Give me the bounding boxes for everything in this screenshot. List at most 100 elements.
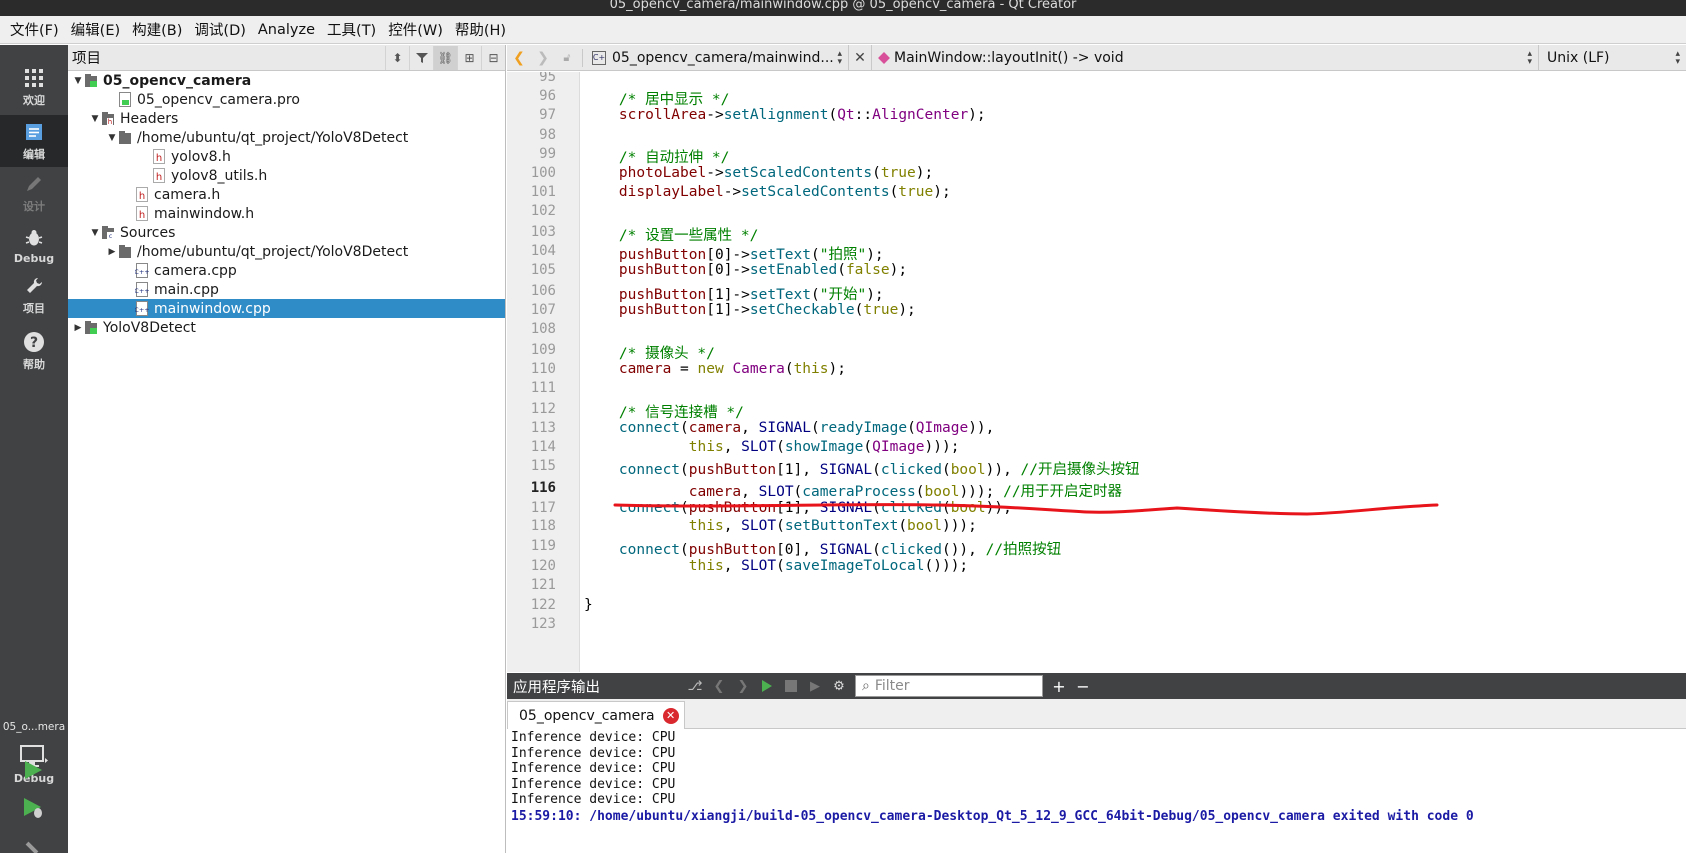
line-number: 122 <box>530 597 556 613</box>
code-token: , <box>741 420 759 436</box>
output-tab[interactable]: 05_opencv_camera ✕ <box>507 701 685 729</box>
code-token: ( <box>828 107 838 123</box>
tree-item[interactable]: ▼ 05_opencv_camera <box>68 71 505 90</box>
filter-icon[interactable] <box>409 45 433 70</box>
tree-item-label: 05_opencv_camera <box>103 72 252 89</box>
search-icon: ⌕ <box>862 678 870 694</box>
tree-item[interactable]: C++ mainwindow.cpp <box>68 299 505 318</box>
back-icon[interactable]: ❮ <box>507 45 531 71</box>
folder-icon <box>118 244 132 259</box>
tree-item[interactable]: 05_opencv_camera.pro <box>68 90 505 109</box>
tree-item[interactable]: ▼ h Headers <box>68 109 505 128</box>
menu-widgets[interactable]: 控件(W) <box>382 19 449 40</box>
menu-help[interactable]: 帮助(H) <box>449 19 512 40</box>
output-toolbar: 应用程序输出 ⎇ ❮ ❯ ▶ ⚙ ⌕ Filter + − <box>507 673 1686 699</box>
menu-build[interactable]: 构建(B) <box>126 19 188 40</box>
code-token: setText <box>749 287 811 303</box>
code-token: [1], <box>776 462 820 478</box>
debug-run-button[interactable] <box>18 793 48 823</box>
rerun-icon[interactable]: ⎇ <box>683 674 707 698</box>
menu-edit[interactable]: 编辑(E) <box>65 19 126 40</box>
code-token: Qt <box>837 107 855 123</box>
build-button[interactable] <box>18 833 48 853</box>
code-token: /* 自动拉伸 */ <box>618 150 730 166</box>
expand-arrow-icon[interactable]: ▼ <box>89 113 101 125</box>
expand-arrow-icon[interactable]: ▼ <box>72 75 84 87</box>
tree-item[interactable]: ▼ c Sources <box>68 223 505 242</box>
code-token: false <box>845 262 890 278</box>
line-number: 113 <box>530 420 556 436</box>
code-token: this <box>688 439 724 455</box>
tree-item[interactable]: h camera.h <box>68 185 505 204</box>
view-combo-arrow-icon[interactable]: ⬍ <box>385 45 409 70</box>
symbol-combo[interactable]: MainWindow::layoutInit() -> void ▴ ▾ <box>872 49 1538 66</box>
kit-name: 05_o...mera <box>2 721 66 733</box>
code-token: ( <box>915 484 925 500</box>
mode-projects[interactable]: 项目 <box>0 269 68 321</box>
mode-help[interactable]: ? 帮助 <box>0 325 68 377</box>
zoom-in-icon[interactable]: + <box>1047 674 1071 698</box>
mode-label: 设计 <box>23 200 45 213</box>
tree-item[interactable]: h mainwindow.h <box>68 204 505 223</box>
close-tab-icon[interactable]: ✕ <box>662 707 679 724</box>
code-token: ( <box>680 420 689 436</box>
code-line: pushButton[0]->setText("拍照"); <box>584 243 884 264</box>
filter-placeholder: Filter <box>874 678 910 694</box>
mode-welcome[interactable]: 欢迎 <box>0 61 68 113</box>
link-icon[interactable]: ⛓ <box>433 45 457 70</box>
collapse-arrow-icon[interactable]: ▶ <box>106 246 118 258</box>
tree-item[interactable]: C++ main.cpp <box>68 280 505 299</box>
output-tab-bar: 05_opencv_camera ✕ <box>507 699 1686 729</box>
tree-item[interactable]: C++ camera.cpp <box>68 261 505 280</box>
close-file-icon[interactable]: ✕ <box>848 44 872 71</box>
expand-arrow-icon[interactable]: ▼ <box>106 132 118 144</box>
code-token: ( <box>793 484 803 500</box>
menu-file[interactable]: 文件(F) <box>4 19 65 40</box>
run-button[interactable] <box>18 755 48 785</box>
tree-item[interactable]: ▶ YoloV8Detect <box>68 318 505 337</box>
attach-debugger-icon[interactable]: ▶ <box>803 674 827 698</box>
tree-item[interactable]: ▼ /home/ubuntu/qt_project/YoloV8Detect <box>68 128 505 147</box>
expand-arrow-icon[interactable]: ▼ <box>89 227 101 239</box>
tree-item[interactable]: h yolov8.h <box>68 147 505 166</box>
stop-icon[interactable] <box>779 674 803 698</box>
mode-debug[interactable]: Debug <box>0 219 68 271</box>
forward-icon[interactable]: ❯ <box>531 45 555 71</box>
menu-tools[interactable]: 工具(T) <box>321 19 382 40</box>
tree-item[interactable]: h yolov8_utils.h <box>68 166 505 185</box>
project-folder-icon <box>84 73 98 88</box>
code-token: pushButton <box>618 247 707 263</box>
code-token: setText <box>749 247 811 263</box>
code-editor[interactable]: 95 96 97 98 99 100 101 102 103 104 105 106 107 108 109… <box>507 72 1686 672</box>
code-token: ( <box>680 462 689 478</box>
code-token: SIGNAL <box>819 462 873 478</box>
settings-gear-icon[interactable]: ⚙ <box>827 674 851 698</box>
code-token: [0], <box>776 542 820 558</box>
next-icon[interactable]: ❯ <box>731 674 755 698</box>
code-token: ( <box>776 439 785 455</box>
code-token: camera <box>688 484 742 500</box>
mode-edit[interactable]: 编辑 <box>0 115 68 167</box>
mode-design[interactable]: 设计 <box>0 167 68 219</box>
mode-label: 编辑 <box>23 148 45 161</box>
code-token: QImage <box>915 420 969 436</box>
filter-input[interactable]: ⌕ Filter <box>855 675 1043 697</box>
application-output[interactable]: Inference device: CPU Inference device: C… <box>507 730 1686 853</box>
collapse-arrow-icon[interactable]: ▶ <box>72 322 84 334</box>
close-panel-icon[interactable]: ⊟ <box>481 45 505 70</box>
split-icon[interactable]: ⊞ <box>457 45 481 70</box>
tree-item[interactable]: ▶ /home/ubuntu/qt_project/YoloV8Detect <box>68 242 505 261</box>
open-file-combo[interactable]: C+ 05_opencv_camera/mainwind... ▴ ▾ <box>586 49 848 66</box>
menu-analyze[interactable]: Analyze <box>252 22 321 38</box>
code-line: photoLabel->setScaledContents(true); <box>584 165 933 181</box>
run-again-icon[interactable] <box>755 674 779 698</box>
open-file-name: 05_opencv_camera/mainwind... <box>612 49 834 66</box>
cpp-file-icon: C++ <box>134 301 150 316</box>
prev-icon[interactable]: ❮ <box>707 674 731 698</box>
menu-debug[interactable]: 调试(D) <box>188 19 251 40</box>
code-token: true <box>863 302 899 318</box>
zoom-out-icon[interactable]: − <box>1071 674 1095 698</box>
bug-icon <box>22 226 46 250</box>
line-ending-combo[interactable]: Unix (LF) ▴ ▾ <box>1538 44 1686 71</box>
